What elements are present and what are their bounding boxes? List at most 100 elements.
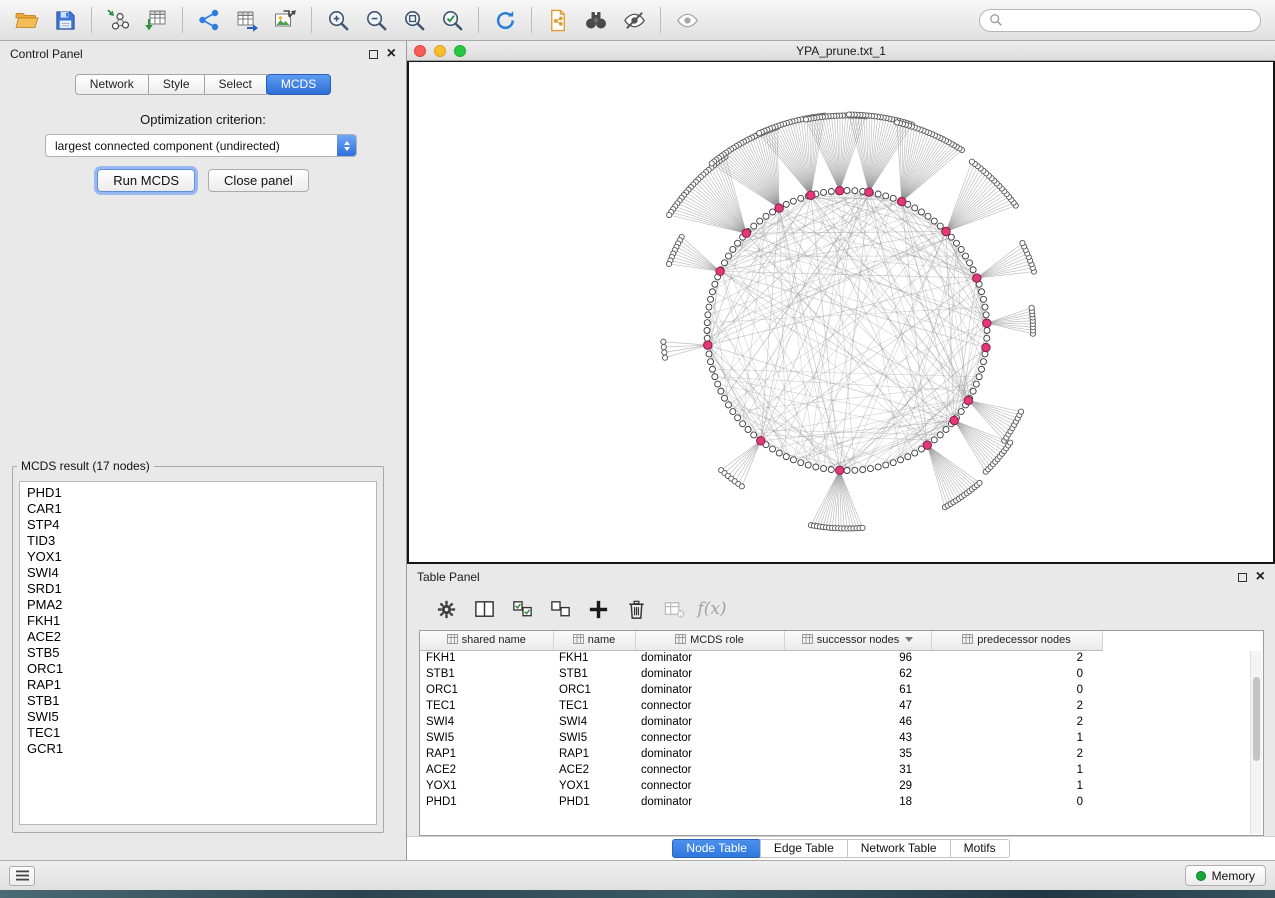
control-panel-tabs: NetworkStyleSelectMCDS (0, 74, 406, 95)
mcds-result-item[interactable]: STP4 (27, 517, 369, 533)
network-graph[interactable] (409, 62, 1273, 562)
mcds-result-list[interactable]: PHD1CAR1STP4TID3YOX1SWI4SRD1PMA2FKH1ACE2… (19, 481, 377, 825)
table-row[interactable]: RAP1RAP1dominator352 (420, 746, 1102, 762)
mcds-result-item[interactable]: STB1 (27, 693, 369, 709)
open-folder-button[interactable] (8, 3, 46, 37)
mcds-result-item[interactable]: YOX1 (27, 549, 369, 565)
table-tab-node-table[interactable]: Node Table (672, 839, 761, 858)
table-cell: SWI5 (553, 730, 635, 746)
search-network-button[interactable] (577, 3, 615, 37)
tab-network[interactable]: Network (75, 74, 149, 95)
network-window: YPA_prune.txt_1 (407, 41, 1275, 564)
mcds-result-item[interactable]: FKH1 (27, 613, 369, 629)
table-cell: 35 (784, 746, 931, 762)
column-header-shared-name[interactable]: shared name (420, 631, 553, 650)
deselect-all-button[interactable] (543, 594, 577, 624)
table-row[interactable]: ACE2ACE2connector311 (420, 762, 1102, 778)
column-header-successor-nodes[interactable]: successor nodes (784, 631, 931, 650)
delete-table-icon (663, 598, 686, 621)
search-box[interactable] (979, 9, 1261, 32)
delete-row-button[interactable] (619, 594, 653, 624)
table-tab-edge-table[interactable]: Edge Table (760, 839, 848, 858)
mcds-result-item[interactable]: GCR1 (27, 741, 369, 757)
close-panel-icon[interactable]: × (387, 49, 396, 59)
float-table-panel-icon[interactable] (1238, 573, 1247, 582)
table-row[interactable]: TEC1TEC1connector472 (420, 698, 1102, 714)
trash-icon (625, 598, 648, 621)
table-row[interactable]: STB1STB1dominator620 (420, 666, 1102, 682)
mcds-result-item[interactable]: SWI4 (27, 565, 369, 581)
table-row[interactable]: PHD1PHD1dominator180 (420, 794, 1102, 810)
add-row-button[interactable] (581, 594, 615, 624)
float-panel-icon[interactable] (369, 50, 378, 59)
run-mcds-button[interactable]: Run MCDS (97, 169, 195, 192)
mcds-result-item[interactable]: ORC1 (27, 661, 369, 677)
mcds-result-item[interactable]: PHD1 (27, 485, 369, 501)
status-menu-button[interactable] (9, 866, 35, 886)
table-cell: 96 (784, 650, 931, 666)
mcds-result-item[interactable]: RAP1 (27, 677, 369, 693)
column-header-predecessor-nodes[interactable]: predecessor nodes (931, 631, 1102, 650)
scrollbar-thumb[interactable] (1253, 677, 1260, 761)
function-builder-button[interactable]: f(x) (695, 594, 729, 624)
export-image-button[interactable] (266, 3, 304, 37)
zoom-in-button[interactable] (319, 3, 357, 37)
mcds-result-item[interactable]: SWI5 (27, 709, 369, 725)
select-all-button[interactable] (505, 594, 539, 624)
mcds-result-item[interactable]: TEC1 (27, 725, 369, 741)
export-table-button[interactable] (228, 3, 266, 37)
close-table-panel-icon[interactable]: × (1256, 572, 1265, 582)
hide-elements-button[interactable] (615, 3, 653, 37)
node-table-container: shared namenameMCDS rolesuccessor nodesp… (419, 630, 1264, 836)
import-network-button[interactable] (99, 3, 137, 37)
table-cell: YOX1 (420, 778, 553, 794)
zoom-out-icon (364, 8, 389, 33)
split-column-button[interactable] (467, 594, 501, 624)
tab-style[interactable]: Style (148, 74, 205, 95)
close-panel-button[interactable]: Close panel (208, 169, 309, 192)
mcds-result-title: MCDS result (17 nodes) (17, 459, 154, 473)
table-cell: SWI4 (420, 714, 553, 730)
table-cell: connector (635, 730, 784, 746)
tab-mcds[interactable]: MCDS (266, 74, 331, 95)
table-cell: FKH1 (553, 650, 635, 666)
table-tab-motifs[interactable]: Motifs (950, 839, 1010, 858)
mcds-result-item[interactable]: STB5 (27, 645, 369, 661)
mcds-result-item[interactable]: PMA2 (27, 597, 369, 613)
table-cell: 47 (784, 698, 931, 714)
mcds-result-item[interactable]: TID3 (27, 533, 369, 549)
table-tab-network-table[interactable]: Network Table (847, 839, 951, 858)
show-elements-button[interactable] (668, 3, 706, 37)
column-header-MCDS-role[interactable]: MCDS role (635, 631, 784, 650)
export-document-button[interactable] (539, 3, 577, 37)
zoom-out-button[interactable] (357, 3, 395, 37)
tab-select[interactable]: Select (204, 74, 267, 95)
node-table: shared namenameMCDS rolesuccessor nodesp… (420, 631, 1103, 810)
mcds-result-item[interactable]: SRD1 (27, 581, 369, 597)
table-row[interactable]: SWI5SWI5connector431 (420, 730, 1102, 746)
table-scrollbar[interactable] (1250, 651, 1262, 834)
column-header-name[interactable]: name (553, 631, 635, 650)
table-cell: ORC1 (553, 682, 635, 698)
refresh-button[interactable] (486, 3, 524, 37)
network-canvas[interactable] (407, 61, 1275, 564)
table-row[interactable]: YOX1YOX1connector291 (420, 778, 1102, 794)
mcds-result-item[interactable]: ACE2 (27, 629, 369, 645)
memory-button[interactable]: Memory (1185, 865, 1266, 886)
table-settings-button[interactable] (429, 594, 463, 624)
criterion-select[interactable]: largest connected component (undirected) (45, 134, 357, 157)
table-cell: RAP1 (553, 746, 635, 762)
table-row[interactable]: ORC1ORC1dominator610 (420, 682, 1102, 698)
mcds-result-item[interactable]: CAR1 (27, 501, 369, 517)
import-table-button[interactable] (137, 3, 175, 37)
table-row[interactable]: FKH1FKH1dominator962 (420, 650, 1102, 666)
zoom-selected-button[interactable] (433, 3, 471, 37)
delete-table-button[interactable] (657, 594, 691, 624)
table-row[interactable]: SWI4SWI4dominator462 (420, 714, 1102, 730)
table-panel-title: Table Panel (417, 570, 480, 584)
zoom-fit-button[interactable] (395, 3, 433, 37)
save-button[interactable] (46, 3, 84, 37)
search-input[interactable] (1008, 12, 1251, 28)
split-column-icon (473, 598, 496, 621)
share-network-button[interactable] (190, 3, 228, 37)
